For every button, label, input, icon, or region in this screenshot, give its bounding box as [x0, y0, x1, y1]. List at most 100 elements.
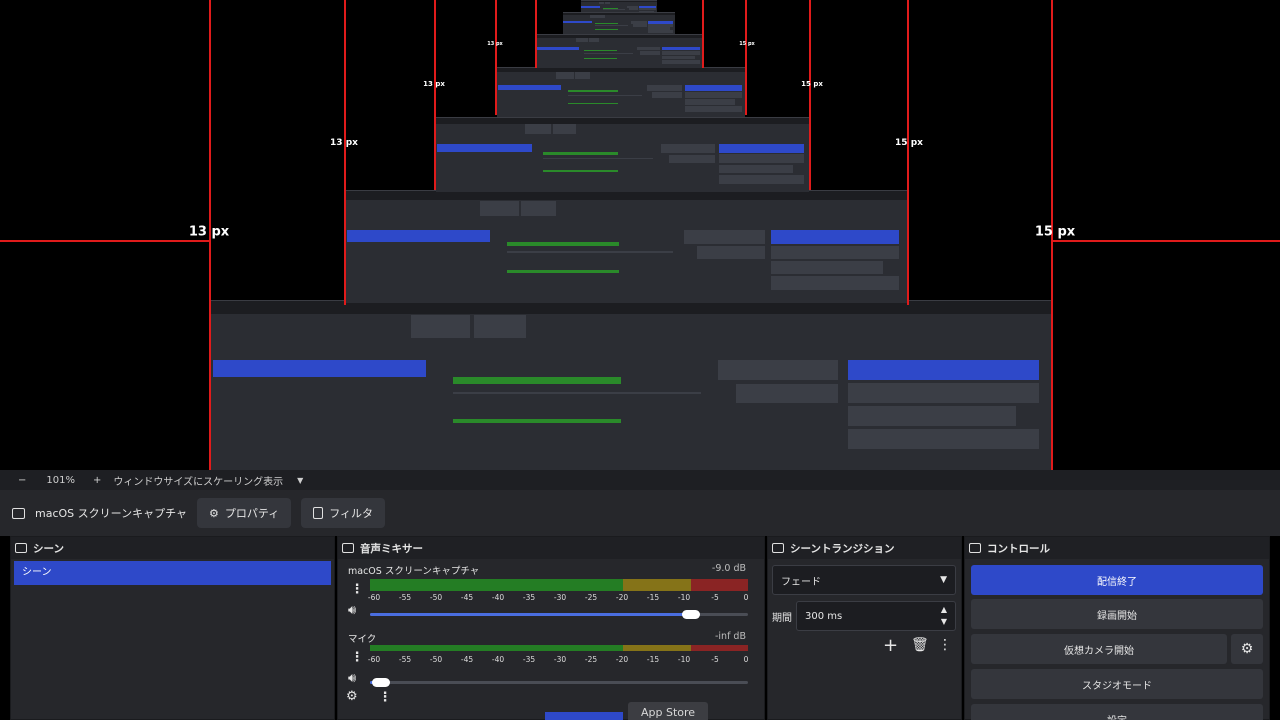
- mirror-frame-part: [646, 85, 683, 92]
- mirror-frame-part: [497, 85, 561, 91]
- meter-tick-label: -25: [584, 655, 598, 664]
- mirror-frame-part: [662, 51, 700, 55]
- left-guide-line-5: [535, 0, 537, 68]
- meter-tick-label: -25: [584, 593, 598, 602]
- mirror-frame-part: [847, 360, 1040, 380]
- source-name: macOS スクリーンキャプチャ: [35, 507, 187, 520]
- mirror-frame-part: [584, 49, 618, 52]
- right-distance-label: 15 px: [1034, 224, 1076, 240]
- mirror-frame-part: [588, 37, 599, 43]
- mirror-frame-part: [636, 46, 661, 51]
- stop-streaming-button[interactable]: 配信終了: [971, 565, 1263, 595]
- scale-mode-dropdown[interactable]: ▼: [297, 476, 303, 485]
- zoom-level: 101%: [46, 474, 75, 486]
- transition-menu-icon[interactable]: ⋮: [938, 637, 952, 653]
- speaker-icon[interactable]: 🔊︎: [348, 671, 356, 686]
- controls-title: コントロール: [987, 542, 1050, 555]
- mirror-frame-part: [598, 14, 605, 18]
- filters-label: フィルタ: [329, 507, 373, 520]
- right-guide-line-2: [907, 0, 909, 305]
- volume-knob-1[interactable]: [682, 610, 701, 619]
- start-recording-button[interactable]: 録画開始: [971, 599, 1263, 629]
- volume-slider-1[interactable]: [370, 610, 748, 619]
- trash-icon[interactable]: 🗑︎: [911, 637, 929, 653]
- zoom-out-button[interactable]: −: [18, 475, 26, 486]
- track-menu-icon[interactable]: ⋮: [350, 583, 364, 596]
- mirror-frame-part: [771, 230, 900, 244]
- source-toolbar: macOS スクリーンキャプチャ ⚙ プロパティ フィルタ: [0, 490, 1280, 536]
- meter-tick-label: -45: [460, 593, 474, 602]
- mirror-frame-part: [347, 230, 490, 242]
- mirror-frame-part: [847, 406, 1016, 426]
- virtual-camera-gear-icon[interactable]: ⚙: [1231, 634, 1263, 664]
- meter-tick-label: -35: [522, 593, 536, 602]
- properties-button[interactable]: ⚙ プロパティ: [197, 498, 292, 528]
- mirror-frame-part: [452, 377, 621, 384]
- mirror-frame-part: [543, 151, 618, 155]
- mirror-frame-part: [669, 154, 715, 164]
- mirror-frame-part: [584, 58, 618, 59]
- mirror-frame-part: [628, 8, 638, 11]
- volume-slider-2[interactable]: [370, 678, 748, 687]
- scene-list-item[interactable]: シーン: [14, 561, 331, 585]
- volume-knob-2[interactable]: [372, 678, 391, 687]
- start-virtual-camera-button[interactable]: 仮想カメラ開始: [971, 634, 1227, 664]
- mirror-frame-part: [581, 1, 657, 3]
- zoom-in-button[interactable]: +: [93, 475, 101, 486]
- dock-tab-indicator: [545, 712, 623, 720]
- selected-source: macOS スクリーンキャプチャ: [12, 505, 187, 521]
- mirror-frame-part: [595, 28, 618, 30]
- mirror-frame-part: [599, 2, 605, 5]
- mirror-frame-part: [479, 200, 520, 216]
- mirror-frame-part: [640, 51, 661, 56]
- mirror-frame-part: [633, 24, 647, 27]
- mirror-frame-part: [563, 13, 675, 15]
- dock-icon: [772, 543, 784, 553]
- scene-transitions-title: シーントランジション: [790, 542, 895, 555]
- transition-selected: フェード: [781, 576, 821, 588]
- monitor-icon: [12, 507, 25, 519]
- speaker-icon[interactable]: 🔊︎: [348, 603, 356, 618]
- filters-button[interactable]: フィルタ: [301, 498, 385, 528]
- mixer-menu-icon[interactable]: ⋮: [378, 691, 392, 704]
- mirror-frame-part: [568, 90, 618, 93]
- add-transition-icon[interactable]: +: [883, 635, 898, 656]
- studio-mode-button[interactable]: スタジオモード: [971, 669, 1263, 699]
- mirror-frame-part: [771, 276, 900, 290]
- duration-input[interactable]: 300 ms ▲ ▼: [796, 601, 956, 631]
- advanced-audio-gear-icon[interactable]: ⚙: [346, 689, 358, 704]
- chevron-down-icon: ▼: [940, 575, 947, 585]
- mixer-track-name: macOS スクリーンキャプチャ: [348, 566, 480, 577]
- stepper-icon[interactable]: ▲ ▼: [941, 604, 947, 628]
- mirror-frame-part: [718, 144, 804, 153]
- volume-fill-1: [370, 613, 692, 616]
- meter-tick-label: -15: [646, 655, 660, 664]
- dock-icon: [15, 543, 27, 553]
- transition-select[interactable]: フェード ▼: [772, 565, 956, 595]
- track-menu-icon[interactable]: ⋮: [350, 651, 364, 664]
- mirror-frame-part: [662, 60, 700, 64]
- meter-tick-label: -20: [615, 593, 629, 602]
- mirror-frame-part: [584, 52, 634, 54]
- meter-tick-label: -45: [460, 655, 474, 664]
- right-distance-label-4: 15 px: [739, 41, 755, 47]
- audio-meter-1: [370, 579, 748, 591]
- scenes-title: シーン: [33, 542, 64, 555]
- dock-icon: [969, 543, 981, 553]
- mirror-frame-part: [346, 191, 907, 200]
- mirror-frame-part: [507, 241, 620, 247]
- mixer-track-db: -9.0 dB: [711, 563, 746, 574]
- right-guide-line-3: [809, 0, 811, 190]
- settings-button[interactable]: 設定: [971, 704, 1263, 720]
- mirror-frame-part: [662, 55, 696, 60]
- scene-transitions-header: シーントランジション: [768, 537, 961, 559]
- controls-dock: コントロール 配信終了 録画開始 仮想カメラ開始 ⚙ スタジオモード 設定: [964, 536, 1270, 720]
- preview-canvas[interactable]: 13 px 13 px 13 px 13 px 15 px 15 px 15 p…: [0, 0, 1280, 470]
- meter-ticks-1: -60 -55 -50 -45 -40 -35 -30 -25 -20 -15 -10 -5 0: [368, 591, 749, 605]
- meter-ticks-2: -60 -55 -50 -45 -40 -35 -30 -25 -20 -15 -10 -5 0: [368, 653, 749, 667]
- meter-tick-label: -15: [646, 593, 660, 602]
- mirror-frame-part: [452, 419, 621, 424]
- mirror-frame-part: [717, 360, 839, 380]
- meter-tick-label: -40: [491, 655, 505, 664]
- gear-icon: ⚙: [209, 506, 219, 520]
